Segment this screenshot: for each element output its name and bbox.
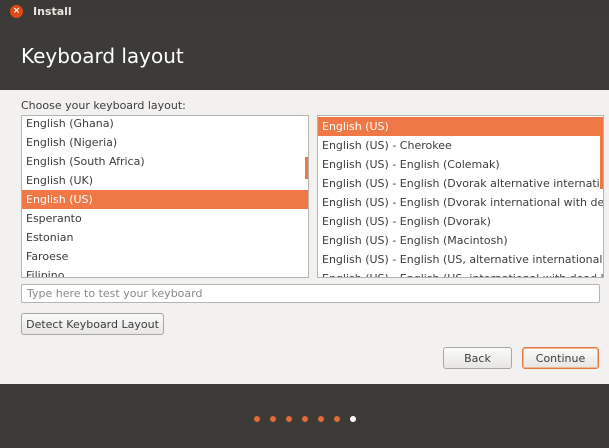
variant-list-item[interactable]: English (US) - Cherokee (318, 136, 603, 155)
layout-list-item[interactable]: English (US) (22, 190, 308, 209)
variant-list-item[interactable]: English (US) - English (Dvorak alternati… (318, 174, 603, 193)
progress-footer (0, 384, 609, 448)
progress-dot (253, 416, 260, 422)
close-icon[interactable]: × (10, 4, 23, 18)
layout-list-item[interactable]: English (UK) (22, 171, 308, 190)
continue-button[interactable]: Continue (522, 347, 599, 369)
window-title: Install (33, 4, 72, 18)
variant-list-item[interactable]: English (US) - English (US, internationa… (318, 269, 603, 277)
progress-dot (269, 416, 276, 422)
layout-list-item[interactable]: Faroese (22, 247, 308, 266)
layout-list-item[interactable]: English (Nigeria) (22, 133, 308, 152)
variant-list-rows: English (US) English (US) - Cherokee Engli… (318, 117, 603, 277)
layout-list-item[interactable]: Esperanto (22, 209, 308, 228)
layout-list-item[interactable]: Estonian (22, 228, 308, 247)
layout-list-scrollbar[interactable] (305, 157, 308, 179)
variant-list-scrollbar[interactable] (600, 119, 603, 189)
layout-list[interactable]: English (Ghana) English (Nigeria) English … (21, 115, 309, 278)
back-button[interactable]: Back (443, 347, 512, 369)
layout-list-item[interactable]: English (Ghana) (22, 116, 308, 133)
variant-list-item[interactable]: English (US) (318, 117, 603, 136)
choose-layout-label: Choose your keyboard layout: (21, 99, 186, 112)
progress-dot (301, 416, 308, 422)
layout-list-item[interactable]: English (South Africa) (22, 152, 308, 171)
layout-list-item[interactable]: Filipino (22, 266, 308, 277)
page-title: Keyboard layout (21, 44, 184, 68)
progress-dot (333, 416, 340, 422)
progress-dot (349, 416, 356, 422)
variant-list-item[interactable]: English (US) - English (Macintosh) (318, 231, 603, 250)
progress-dot (317, 416, 324, 422)
layout-list-rows: English (Ghana) English (Nigeria) English … (22, 116, 308, 277)
variant-list-item[interactable]: English (US) - English (Colemak) (318, 155, 603, 174)
variant-list-item[interactable]: English (US) - English (Dvorak internati… (318, 193, 603, 212)
progress-dots (253, 416, 356, 422)
keyboard-test-input[interactable] (21, 284, 600, 303)
variant-list-item[interactable]: English (US) - English (US, alternative … (318, 250, 603, 269)
progress-dot (285, 416, 292, 422)
variant-list-item[interactable]: English (US) - English (Dvorak) (318, 212, 603, 231)
title-bar: × Install (0, 0, 609, 22)
header-banner: Keyboard layout (0, 22, 609, 90)
detect-keyboard-layout-button[interactable]: Detect Keyboard Layout (21, 313, 164, 335)
variant-list[interactable]: English (US) English (US) - Cherokee Engli… (317, 115, 604, 278)
